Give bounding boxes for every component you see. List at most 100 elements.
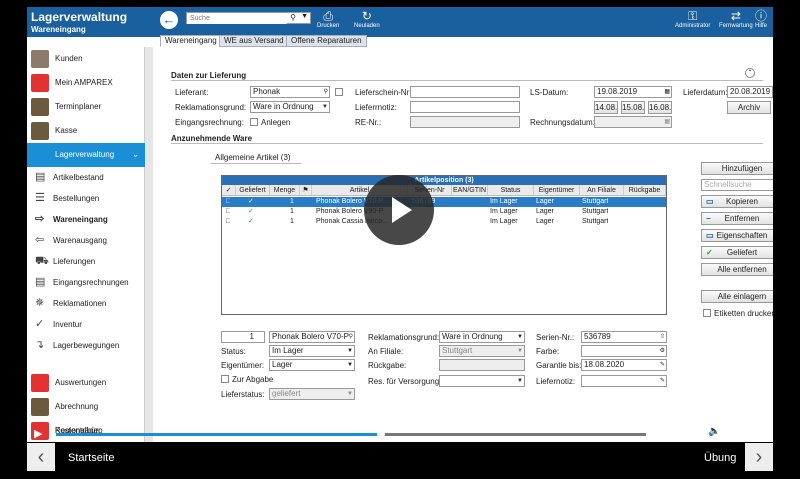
volume-handle[interactable] bbox=[758, 430, 766, 438]
sidebar-item-mein-amparex[interactable]: Mein AMPAREX bbox=[27, 71, 145, 95]
row-checkbox[interactable]: □ bbox=[226, 217, 230, 227]
row-checkbox[interactable]: □ bbox=[226, 197, 230, 207]
create-checkbox[interactable] bbox=[250, 118, 258, 126]
progress-handle[interactable] bbox=[376, 430, 385, 438]
sidebar-item-lagerverwaltung[interactable]: Lagerverwaltung ⌄ bbox=[27, 143, 145, 167]
for-delivery-checkbox[interactable] bbox=[221, 375, 229, 383]
delivery-date-field[interactable]: 20.08.2019 bbox=[727, 86, 773, 98]
tab-wareneingang[interactable]: Wareneingang bbox=[160, 35, 222, 47]
search-icon[interactable]: ⚲ bbox=[349, 332, 353, 342]
remove-button[interactable]: − Entfernen bbox=[701, 212, 773, 225]
search-icon[interactable]: ⚲ bbox=[324, 87, 328, 97]
search-input[interactable] bbox=[187, 13, 287, 24]
reason-select[interactable]: Ware in Ordnung ▼ bbox=[250, 101, 330, 113]
delivery-note-field[interactable] bbox=[410, 86, 520, 98]
col-owner[interactable]: Eigentümer bbox=[534, 185, 580, 196]
sidebar-item-kunden[interactable]: Kunden bbox=[27, 47, 145, 71]
next-button[interactable]: › bbox=[745, 443, 773, 471]
volume-icon[interactable]: 🔈 bbox=[708, 426, 720, 437]
detail-reason-select[interactable]: Ware in Ordnung ▼ bbox=[439, 331, 525, 343]
detail-status-select[interactable]: Im Lager ▼ bbox=[269, 345, 355, 357]
detail-serial-field[interactable]: 536789 ⇧ bbox=[581, 331, 667, 343]
help-button[interactable]: ⓘ Hilfe bbox=[755, 10, 767, 30]
sidebar-item-lieferungen[interactable]: ⛟ Lieferungen bbox=[27, 251, 145, 272]
delivery-comment-field[interactable] bbox=[410, 101, 520, 113]
quantity-stepper[interactable]: 1 bbox=[221, 331, 265, 343]
subtab-general-articles[interactable]: Allgemeine Artikel (3) bbox=[215, 153, 291, 162]
upload-icon[interactable]: ⇧ bbox=[660, 332, 665, 342]
table-row[interactable]: □ ✓ 1 Phonak Bolero V70-P 536789 Im Lage… bbox=[222, 197, 666, 207]
sidebar-item-auswertungen[interactable]: Auswertungen bbox=[27, 371, 145, 395]
day-button-3[interactable]: 16.08. bbox=[648, 101, 672, 114]
table-row[interactable]: □ ✓ 1 Phonak Bolero V90-P Im Lager Lager… bbox=[222, 207, 666, 217]
remote-button[interactable]: ⇄ Fernwartung bbox=[719, 10, 753, 30]
table-row[interactable]: □ ✓ 1 Phonak Cassia mirco... Im Lager La… bbox=[222, 217, 666, 227]
col-filiale[interactable]: An Filiale bbox=[580, 185, 624, 196]
col-geliefert[interactable]: Geliefert bbox=[236, 185, 270, 196]
settings-icon[interactable]: ⚙ bbox=[660, 346, 665, 356]
col-menge[interactable]: Menge bbox=[270, 185, 300, 196]
sidebar-item-lagerbewegungen[interactable]: ↴ Lagerbewegungen bbox=[27, 335, 145, 356]
col-rueckgabe[interactable]: Rückgabe bbox=[624, 185, 666, 196]
remove-all-button[interactable]: Alle entfernen bbox=[701, 263, 773, 276]
day-button-1[interactable]: 14.08. bbox=[594, 101, 618, 114]
detail-reserve-select[interactable]: ▼ bbox=[439, 375, 525, 387]
copy-button[interactable]: ▭ Kopieren bbox=[701, 195, 773, 208]
sidebar-item-warenausgang[interactable]: ⇦ Warenausgang bbox=[27, 230, 145, 251]
sidebar-item-wareneingang[interactable]: ⇨ Wareneingang bbox=[27, 209, 145, 230]
calendar-icon[interactable]: ▦ bbox=[664, 117, 670, 127]
play-icon[interactable]: ▶ bbox=[34, 427, 42, 440]
chevron-down-icon[interactable]: ▼ bbox=[301, 13, 308, 20]
sidebar-item-artikelbestand[interactable]: ▤ Artikelbestand bbox=[27, 167, 145, 188]
print-labels-checkbox[interactable] bbox=[703, 309, 711, 317]
sidebar-scrollbar[interactable] bbox=[145, 47, 153, 442]
col-status[interactable]: Status bbox=[488, 185, 534, 196]
invoice-date-field[interactable]: ▦ bbox=[594, 116, 672, 128]
col-ean[interactable]: EAN/GTIN bbox=[452, 185, 488, 196]
search-box[interactable]: ⚲ ▼ bbox=[186, 12, 311, 24]
tab-offene-reparaturen[interactable]: Offene Reparaturen bbox=[286, 35, 367, 47]
archive-button[interactable]: Archiv bbox=[727, 101, 771, 114]
sidebar-item-abrechnung[interactable]: Abrechnung Kostenträger bbox=[27, 395, 145, 435]
store-all-button[interactable]: Alle einlagern bbox=[701, 290, 773, 303]
sidebar-item-kasse[interactable]: Kasse bbox=[27, 119, 145, 143]
ls-date-field[interactable]: 19.08.2019 ▦ bbox=[594, 86, 672, 98]
calendar-icon[interactable]: ▦ bbox=[664, 87, 670, 97]
supplier-extra-icon[interactable] bbox=[335, 88, 343, 96]
detail-note-field[interactable]: ✎ bbox=[581, 375, 667, 387]
refresh-button[interactable]: ↻ Neuladen bbox=[354, 10, 380, 30]
search-icon[interactable]: ⚲ bbox=[290, 13, 296, 22]
delivery-status-select[interactable]: geliefert ▼ bbox=[269, 388, 355, 400]
re-no-field[interactable] bbox=[410, 116, 520, 128]
print-labels-label: Etiketten drucken bbox=[714, 309, 773, 318]
detail-warranty-field[interactable]: 18.08.2020 ✎ bbox=[581, 359, 667, 371]
detail-return-field[interactable] bbox=[439, 359, 525, 371]
add-button[interactable]: Hinzufügen bbox=[701, 162, 773, 175]
sidebar-item-reklamationen[interactable]: ✵ Reklamationen bbox=[27, 293, 145, 314]
video-play-button[interactable] bbox=[364, 175, 434, 245]
sidebar-item-bestellungen[interactable]: ☰ Bestellungen bbox=[27, 188, 145, 209]
next-label[interactable]: Übung bbox=[704, 452, 736, 464]
admin-button[interactable]: ⚿ Administrator bbox=[675, 10, 710, 30]
edit-icon[interactable]: ✎ bbox=[660, 376, 665, 386]
detail-article-field[interactable]: Phonak Bolero V70-P ⚲ bbox=[269, 331, 355, 343]
delivered-button[interactable]: ✓ Geliefert bbox=[701, 246, 773, 259]
properties-button[interactable]: ▭ Eigenschaften bbox=[701, 229, 773, 242]
sidebar-item-eingangsrechnungen[interactable]: ▤ Eingangsrechnungen bbox=[27, 272, 145, 293]
collapse-icon[interactable]: ⌃ bbox=[745, 68, 755, 78]
back-button[interactable]: ← bbox=[160, 11, 178, 29]
supplier-field[interactable]: Phonak ⚲ bbox=[250, 86, 330, 98]
day-button-2[interactable]: 15.08. bbox=[621, 101, 645, 114]
prev-label[interactable]: Startseite bbox=[68, 452, 114, 464]
tab-we-aus-versand[interactable]: WE aus Versand bbox=[219, 35, 289, 47]
print-button[interactable]: ⎙ Drucken bbox=[317, 10, 339, 30]
row-checkbox[interactable]: □ bbox=[226, 207, 230, 217]
detail-owner-select[interactable]: Lager ▼ bbox=[269, 359, 355, 371]
detail-branch-select[interactable]: Stuttgart ▼ bbox=[439, 345, 525, 357]
sidebar-item-terminplaner[interactable]: Terminplaner bbox=[27, 95, 145, 119]
prev-button[interactable]: ‹ bbox=[27, 443, 55, 471]
detail-color-field[interactable]: ⚙ bbox=[581, 345, 667, 357]
quicksearch-input[interactable]: Schnellsuche bbox=[701, 179, 773, 191]
edit-icon[interactable]: ✎ bbox=[660, 360, 665, 370]
sidebar-item-inventur[interactable]: ✓ Inventur bbox=[27, 314, 145, 335]
